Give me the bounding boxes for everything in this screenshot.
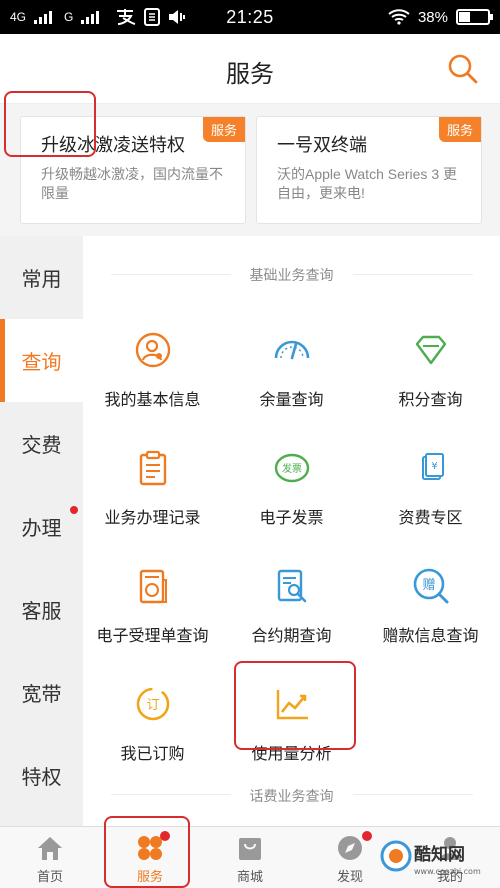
sidebar-item-privilege[interactable]: 特权 bbox=[0, 734, 83, 817]
sidebar-item-payment[interactable]: 交费 bbox=[0, 402, 83, 485]
grid-label: 电子发票 bbox=[259, 510, 324, 527]
grid-item-balance-query[interactable]: 余量查询 bbox=[222, 306, 361, 424]
section-title-fee: 话费业务查询 bbox=[249, 788, 334, 804]
sidebar-item-common[interactable]: 常用 bbox=[0, 236, 83, 319]
highlight-box-usage-analysis bbox=[234, 661, 356, 750]
invoice-icon-text: 发票 bbox=[282, 462, 302, 475]
receipt-icon bbox=[139, 569, 167, 604]
sidebar-item-customer-service[interactable]: 客服 bbox=[0, 568, 83, 651]
gift-search-icon-text: 赠 bbox=[422, 578, 435, 593]
subscribed-icon-text: 订 bbox=[146, 698, 159, 713]
watermark-brand: 酷知网 bbox=[414, 844, 465, 865]
status-right: 38% bbox=[388, 0, 493, 34]
promo-card[interactable]: 一号双终端 沃的Apple Watch Series 3 更自由，更来电! 服务 bbox=[256, 116, 482, 224]
highlight-box-service-nav bbox=[104, 816, 190, 888]
grid-label: 赠款信息查询 bbox=[382, 628, 479, 645]
grid-item-e-invoice[interactable]: 发票 电子发票 bbox=[222, 424, 361, 542]
wifi-icon bbox=[388, 9, 410, 25]
divider bbox=[353, 794, 473, 795]
status-bar: 4G G 21:25 38% bbox=[0, 0, 500, 34]
contract-search-icon bbox=[277, 569, 306, 603]
grid-item-contract-query[interactable]: 合约期查询 bbox=[222, 542, 361, 660]
grid-label: 我已订购 bbox=[120, 746, 185, 763]
promo-badge: 服务 bbox=[202, 117, 245, 142]
grid-label: 电子受理单查询 bbox=[96, 628, 209, 645]
nav-label: 商城 bbox=[236, 869, 263, 884]
promo-description: 沃的Apple Watch Series 3 更自由，更来电! bbox=[277, 166, 457, 201]
shop-bag-icon bbox=[239, 838, 261, 860]
compass-icon bbox=[338, 836, 362, 860]
nav-label: 首页 bbox=[36, 869, 63, 884]
category-sidebar: 常用 查询 交费 办理 客服 宽带 特权 bbox=[0, 236, 83, 826]
notification-dot bbox=[70, 506, 78, 514]
promo-badge: 服务 bbox=[438, 117, 481, 142]
battery-icon bbox=[456, 9, 493, 25]
grid-label: 积分查询 bbox=[398, 392, 463, 409]
grid-item-business-records[interactable]: 业务办理记录 bbox=[83, 424, 222, 542]
clipboard-icon bbox=[139, 450, 166, 486]
sidebar-item-broadband[interactable]: 宽带 bbox=[0, 651, 83, 734]
gift-search-icon: 赠 bbox=[413, 568, 448, 604]
grid-item-subscribed[interactable]: 订 我已订购 bbox=[83, 660, 222, 778]
gauge-icon bbox=[274, 340, 309, 360]
invoice-icon: 发票 bbox=[274, 453, 309, 483]
diamond-icon bbox=[415, 335, 446, 365]
grid-label: 业务办理记录 bbox=[104, 510, 201, 527]
grid-item-tariff-zone[interactable]: ¥ 资费专区 bbox=[361, 424, 500, 542]
watermark-url: www.coozhi.com bbox=[414, 867, 481, 876]
sidebar-item-handle[interactable]: 办理 bbox=[0, 485, 83, 568]
section-title-basic: 基础业务查询 bbox=[249, 267, 334, 283]
promo-description: 升级畅越冰激凌，国内流量不限量 bbox=[41, 166, 223, 201]
grid-label: 余量查询 bbox=[259, 392, 324, 409]
page-title: 服务 bbox=[226, 61, 274, 88]
subscribed-icon: 订 bbox=[136, 687, 169, 721]
nav-item-home[interactable]: 首页 bbox=[0, 827, 100, 888]
grid-item-basic-info[interactable]: 我的基本信息 bbox=[83, 306, 222, 424]
highlight-box-query bbox=[4, 91, 96, 157]
battery-percent: 38% bbox=[417, 8, 448, 26]
search-button[interactable] bbox=[446, 52, 480, 86]
notification-dot bbox=[362, 831, 372, 841]
price-tag-icon-text: ¥ bbox=[431, 461, 437, 472]
price-tag-icon: ¥ bbox=[421, 453, 444, 480]
grid-label: 合约期查询 bbox=[251, 628, 332, 645]
nav-item-shop[interactable]: 商城 bbox=[200, 827, 300, 888]
watermark-logo: 酷知网 www.coozhi.com bbox=[380, 840, 481, 876]
grid-item-points-query[interactable]: 积分查询 bbox=[361, 306, 500, 424]
person-icon bbox=[135, 332, 170, 368]
grid-label: 资费专区 bbox=[398, 510, 463, 527]
grid-item-e-receipt-query[interactable]: 电子受理单查询 bbox=[83, 542, 222, 660]
search-icon bbox=[448, 54, 478, 84]
grid-item-gift-query[interactable]: 赠 赠款信息查询 bbox=[361, 542, 500, 660]
promo-title: 一号双终端 bbox=[277, 135, 367, 155]
grid-label: 我的基本信息 bbox=[104, 392, 201, 409]
divider bbox=[353, 274, 473, 275]
sidebar-item-query[interactable]: 查询 bbox=[0, 319, 83, 402]
home-icon bbox=[38, 837, 62, 860]
